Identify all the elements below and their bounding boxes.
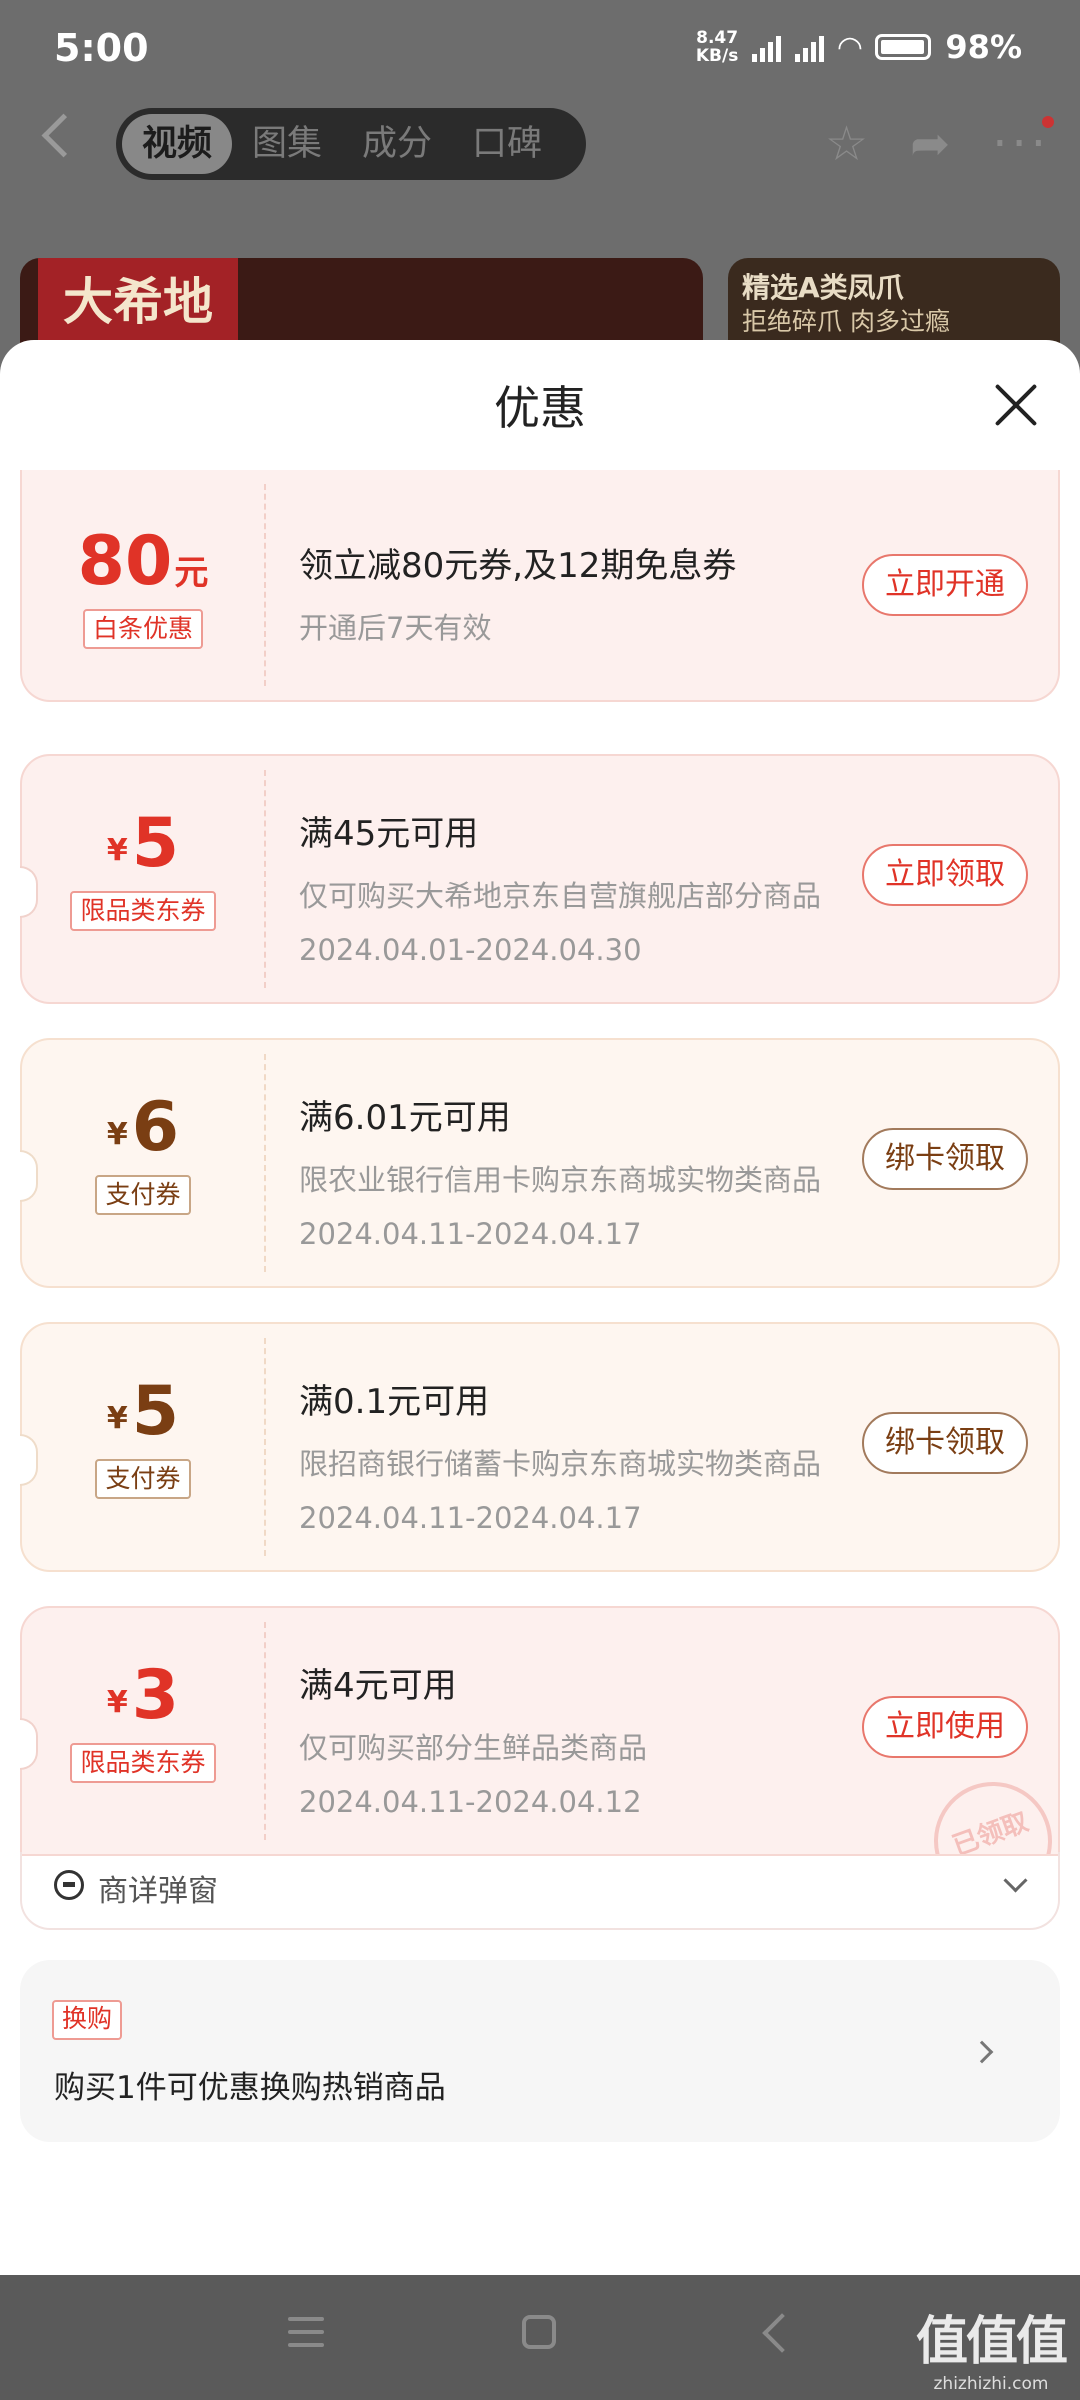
swap-badge: 换购 [52,2000,123,2040]
claim-button[interactable]: 立即领取 [862,844,1028,906]
battery-level: 98% [945,28,1022,66]
tab-gallery[interactable]: 图集 [232,114,342,174]
back-icon[interactable] [41,113,86,158]
watermark: 值值值 zhizhizhi.com [915,2312,1068,2394]
coupon-amount: 80元 白条优惠 [22,522,264,649]
coupon-amount: ¥3 限品类东券 [22,1656,264,1783]
coupon-card: ¥5 支付券 满0.1元可用 限招商银行储蓄卡购京东商城实物类商品 2024.0… [20,1322,1060,1572]
coupon-date: 2024.04.11-2024.04.17 [299,1501,642,1535]
signal-icon [752,32,782,62]
network-speed: 8.47 KB/s [695,28,739,66]
system-nav-bar: 值值值 zhizhizhi.com [0,2275,1080,2400]
coupon-amount: ¥5 支付券 [22,1372,264,1499]
back-icon[interactable] [762,2313,802,2353]
claimed-stamp: 已领取 [928,1764,1058,1854]
coupon-desc: 开通后7天有效 [299,611,492,645]
coupon-info: 满0.1元可用 限招商银行储蓄卡购京东商城实物类商品 2024.04.11-20… [299,1374,859,1535]
menu-icon[interactable] [288,2317,324,2356]
status-bar: 5:00 8.47 KB/s ◠ 98% [0,0,1080,100]
status-time: 5:00 [54,26,149,70]
status-icons: 8.47 KB/s ◠ 98% [696,28,1022,66]
popup-footer-label: 商详弹窗 [98,1874,218,1909]
close-icon[interactable] [992,382,1038,428]
coupon-tag: 限品类东券 [70,1743,216,1783]
coupon-card: ¥6 支付券 满6.01元可用 限农业银行信用卡购京东商城实物类商品 2024.… [20,1038,1060,1288]
tab-ingredients[interactable]: 成分 [342,114,452,174]
coupon-info: 满6.01元可用 限农业银行信用卡购京东商城实物类商品 2024.04.11-2… [299,1090,859,1251]
coupon-tag: 白条优惠 [82,609,203,649]
coupon-date: 2024.04.11-2024.04.17 [299,1217,642,1251]
coupon-info: 满4元可用 仅可购买部分生鲜品类商品 2024.04.11-2024.04.12 [299,1658,859,1819]
coupon-date: 2024.04.01-2024.04.30 [299,933,642,967]
more-icon[interactable]: ··· [992,116,1054,172]
activate-button[interactable]: 立即开通 [862,554,1028,616]
signal-icon-2 [795,32,825,62]
coupon-desc: 仅可购买部分生鲜品类商品 [299,1731,648,1765]
product-tabs: 视频 图集 成分 口碑 [116,108,586,180]
coupon-amount: ¥6 支付券 [22,1088,264,1215]
coupon-tag: 支付券 [95,1175,191,1215]
tab-video[interactable]: 视频 [122,114,233,174]
coupon-title: 领立减80元券,及12期免息券 [299,546,737,586]
coupon-date: 2024.04.11-2024.04.12 [299,1785,642,1819]
swap-card[interactable]: 换购 购买1件可优惠换购热销商品 [20,1960,1060,2142]
coupon-card: ¥3 限品类东券 满4元可用 仅可购买部分生鲜品类商品 2024.04.11-2… [20,1606,1060,1856]
bind-card-button[interactable]: 绑卡领取 [862,1128,1028,1190]
use-button[interactable]: 立即使用 [862,1696,1028,1758]
coupon-title: 满0.1元可用 [299,1382,490,1422]
bind-card-button[interactable]: 绑卡领取 [862,1412,1028,1474]
battery-icon [875,34,932,60]
popup-icon [54,1870,84,1900]
coupon-tag: 限品类东券 [70,891,216,931]
coupon-title: 满45元可用 [299,814,479,854]
share-icon[interactable]: ➦ [910,116,950,172]
coupon-title: 满6.01元可用 [299,1098,511,1138]
popup-footer[interactable]: 商详弹窗 [20,1852,1060,1930]
nav-actions: ☆ ➦ ··· [825,116,1054,172]
coupon-card: ¥5 限品类东券 满45元可用 仅可购买大希地京东自营旗舰店部分商品 2024.… [20,754,1060,1004]
coupon-amount: ¥5 限品类东券 [22,804,264,931]
swap-text: 购买1件可优惠换购热销商品 [54,2070,446,2106]
coupon-title: 满4元可用 [299,1666,457,1706]
chevron-down-icon [1003,1868,1028,1893]
discount-sheet: 优惠 80元 白条优惠 领立减80元券,及12期免息券 开通后7天有效 立即开通… [0,340,1080,2275]
star-icon[interactable]: ☆ [825,116,868,172]
coupon-card: 80元 白条优惠 领立减80元券,及12期免息券 开通后7天有效 立即开通 [20,470,1060,702]
coupon-desc: 仅可购买大希地京东自营旗舰店部分商品 [299,879,822,913]
sheet-title: 优惠 [494,381,586,435]
home-icon[interactable] [522,2315,556,2349]
coupon-desc: 限农业银行信用卡购京东商城实物类商品 [299,1163,822,1197]
wifi-icon: ◠ [838,29,862,65]
product-nav: 视频 图集 成分 口碑 ☆ ➦ ··· [0,104,1080,184]
tab-reviews[interactable]: 口碑 [452,114,562,174]
coupon-info: 满45元可用 仅可购买大希地京东自营旗舰店部分商品 2024.04.01-202… [299,806,859,967]
coupon-tag: 支付券 [95,1459,191,1499]
coupon-info: 领立减80元券,及12期免息券 开通后7天有效 [299,538,859,647]
coupon-desc: 限招商银行储蓄卡购京东商城实物类商品 [299,1447,822,1481]
chevron-right-icon [970,2040,994,2064]
